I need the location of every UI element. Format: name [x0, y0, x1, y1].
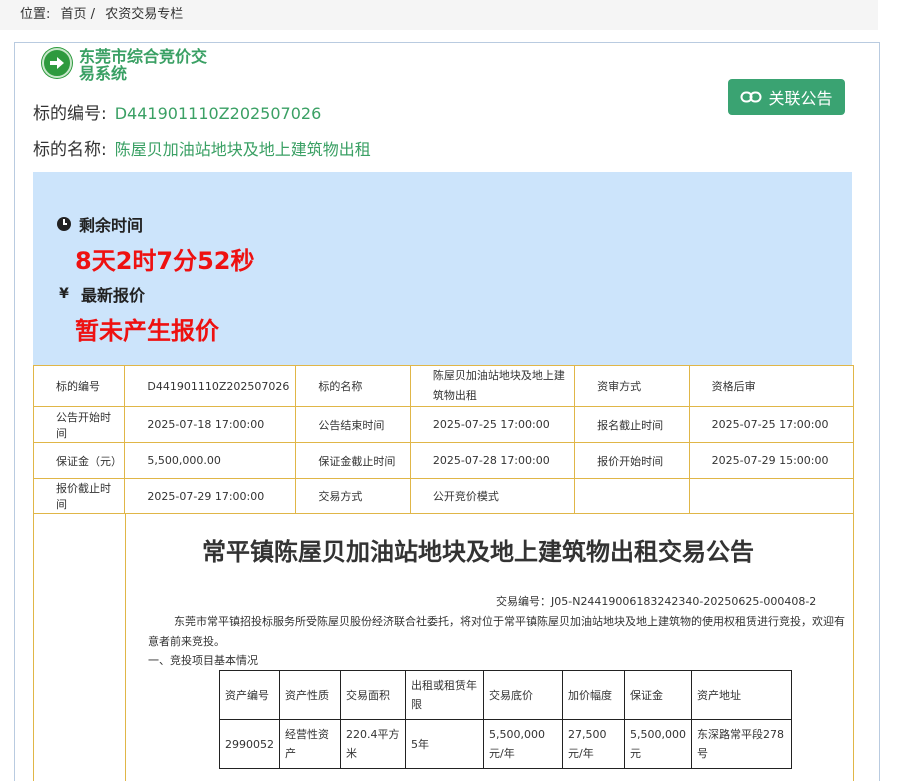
- table-header-cell: 资产编号: [219, 670, 280, 720]
- table-row: 公告开始时间 2025-07-18 17:00:00 公告结束时间 2025-0…: [32, 406, 855, 443]
- breadcrumb-label: 位置:: [20, 7, 51, 22]
- table-cell: 陈屋贝加油站地块及地上建筑物出租: [409, 365, 576, 407]
- table-cell: 资格后审: [688, 365, 855, 407]
- table-cell: 27,500元/年: [562, 719, 625, 769]
- table-row: 保证金（元） 5,500,000.00 保证金截止时间 2025-07-28 1…: [32, 442, 855, 479]
- table-cell: 5,500,000.00: [124, 442, 297, 479]
- table-header-cell: 保证金: [624, 670, 692, 720]
- table-row: 标的编号 D441901110Z202507026 标的名称 陈屋贝加油站地块及…: [32, 365, 855, 407]
- table-row: 报价截止时间 2025-07-29 17:00:00 交易方式 公开竞价模式: [32, 478, 855, 514]
- yen-icon: ¥: [59, 286, 69, 302]
- breadcrumb-current[interactable]: 农资交易专栏: [105, 7, 183, 22]
- remaining-time-label-row: 剩余时间: [57, 212, 143, 236]
- notice-title: 常平镇陈屋贝加油站地块及地上建筑物出租交易公告: [202, 538, 754, 566]
- latest-bid-value: 暂未产生报价: [75, 317, 219, 345]
- subject-info-table: 标的编号 D441901110Z202507026 标的名称 陈屋贝加油站地块及…: [32, 365, 855, 514]
- table-cell: 公开竞价模式: [409, 478, 576, 514]
- subject-name-value: 陈屋贝加油站地块及地上建筑物出租: [114, 140, 371, 159]
- section-heading: 一、竞投项目基本情况: [148, 654, 258, 667]
- table-cell: 公告结束时间: [295, 406, 411, 443]
- table-cell: 2025-07-25 17:00:00: [688, 406, 855, 443]
- table-cell: 保证金（元）: [32, 442, 126, 479]
- table-cell: 5年: [405, 719, 484, 769]
- table-header-cell: 交易底价: [483, 670, 563, 720]
- table-cell: 标的名称: [295, 365, 411, 407]
- asset-table: 资产编号 资产性质 交易面积 出租或租赁年限 交易底价 加价幅度 保证金 资产地…: [219, 670, 792, 769]
- table-cell: [688, 478, 855, 514]
- related-notice-label: 关联公告: [768, 89, 833, 108]
- table-cell: 5,500,000元: [624, 719, 692, 769]
- table-cell: D441901110Z202507026: [124, 365, 297, 407]
- system-title: 东莞市综合竞价交易系统: [79, 47, 208, 83]
- remaining-time-value: 8天2时7分52秒: [75, 247, 255, 275]
- table-cell: 2025-07-28 17:00:00: [409, 442, 576, 479]
- latest-bid-label: 最新报价: [81, 286, 146, 305]
- clock-icon: [57, 217, 71, 231]
- table-cell: 2990052: [219, 719, 280, 769]
- table-cell: 交易方式: [295, 478, 411, 514]
- latest-bid-label-row: ¥ 最新报价: [57, 282, 145, 306]
- table-cell: 220.4平方米: [340, 719, 406, 769]
- table-cell: 5,500,000元/年: [483, 719, 563, 769]
- table-cell: 保证金截止时间: [295, 442, 411, 479]
- table-cell: 东深路常平段278号: [690, 719, 792, 769]
- subject-name-line: 标的名称: 陈屋贝加油站地块及地上建筑物出租: [33, 135, 371, 160]
- table-header-cell: 资产性质: [279, 670, 341, 720]
- breadcrumb-home-link[interactable]: 首页 /: [61, 7, 96, 22]
- table-cell: [574, 478, 690, 514]
- table-cell: 资审方式: [574, 365, 690, 407]
- table-cell: 2025-07-25 17:00:00: [409, 406, 576, 443]
- table-cell: 报价截止时间: [32, 478, 126, 514]
- subject-number-value: D441901110Z202507026: [114, 104, 322, 123]
- table-cell: 报名截止时间: [574, 406, 690, 443]
- link-icon: [740, 91, 762, 103]
- table-cell: 报价开始时间: [574, 442, 690, 479]
- notice-intro: 东莞市常平镇招投标服务所受陈屋贝股份经济联合社委托，将对位于常平镇陈屋贝加油站地…: [148, 615, 845, 648]
- table-header-cell: 资产地址: [690, 670, 792, 720]
- table-cell: 2025-07-29 15:00:00: [688, 442, 855, 479]
- system-header: 东莞市综合竞价交易系统: [42, 48, 219, 82]
- table-cell: 经营性资产: [279, 719, 341, 769]
- table-cell: 2025-07-18 17:00:00: [124, 406, 297, 443]
- table-cell: 2025-07-29 17:00:00: [124, 478, 297, 514]
- arrow-right-icon: [42, 48, 72, 78]
- subject-number-label: 标的编号:: [33, 104, 107, 124]
- notice-divider: [125, 514, 126, 781]
- table-cell: 公告开始时间: [32, 406, 126, 443]
- table-header-row: 资产编号 资产性质 交易面积 出租或租赁年限 交易底价 加价幅度 保证金 资产地…: [219, 670, 792, 720]
- related-notice-button[interactable]: 关联公告: [728, 79, 845, 115]
- table-header-cell: 加价幅度: [562, 670, 625, 720]
- table-header-cell: 交易面积: [340, 670, 406, 720]
- breadcrumb: 位置: 首页 / 农资交易专栏: [0, 0, 878, 30]
- table-cell: 标的编号: [32, 365, 126, 407]
- trade-number: 交易编号：J05-N24419006183242340-20250625-000…: [496, 595, 817, 608]
- subject-number-line: 标的编号: D441901110Z202507026: [33, 99, 321, 124]
- remaining-time-label: 剩余时间: [79, 216, 144, 235]
- subject-name-label: 标的名称:: [33, 140, 107, 160]
- table-header-cell: 出租或租赁年限: [405, 670, 484, 720]
- table-row: 2990052 经营性资产 220.4平方米 5年 5,500,000元/年 2…: [219, 719, 792, 769]
- auction-status-box: 剩余时间 8天2时7分52秒 ¥ 最新报价 暂未产生报价: [33, 172, 852, 365]
